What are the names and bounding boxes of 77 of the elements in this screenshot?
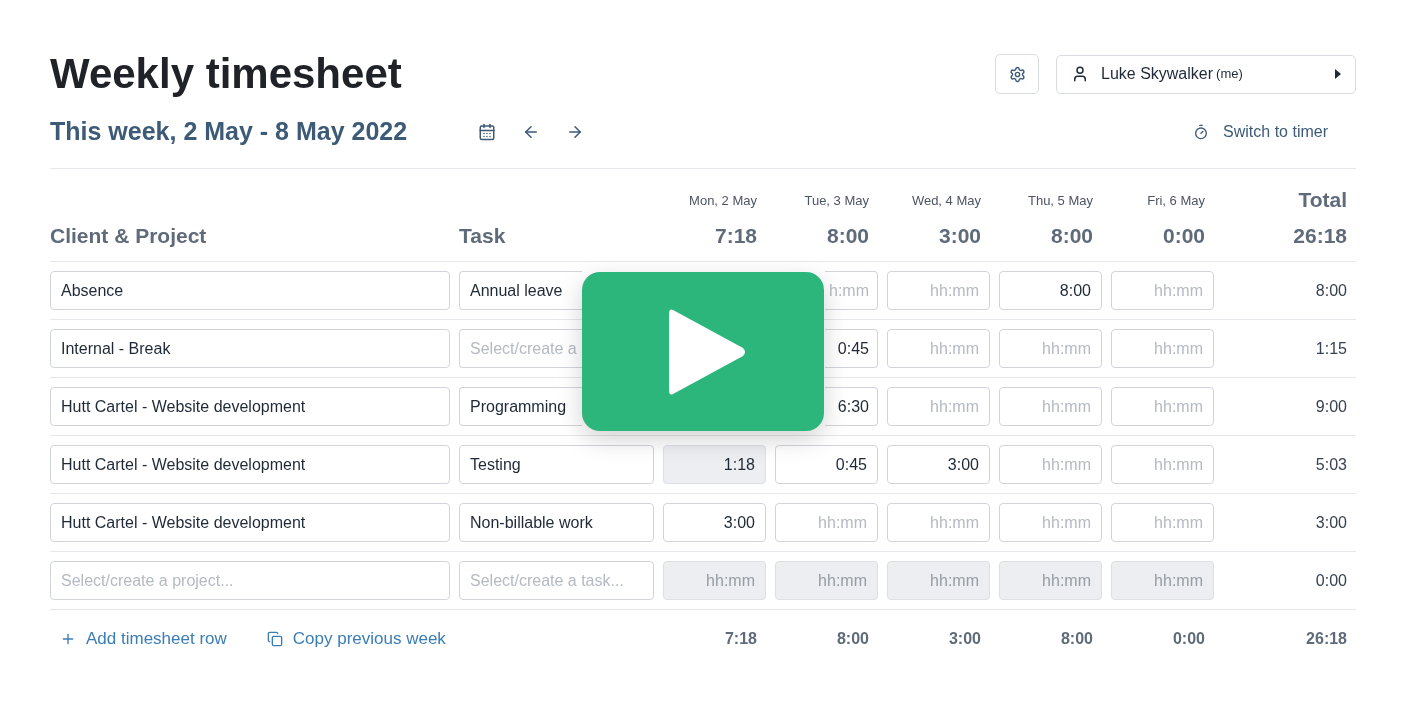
task-field[interactable]: Programming: [459, 387, 582, 426]
time-field[interactable]: hh:mm: [1111, 329, 1214, 368]
time-field[interactable]: 0:45: [825, 329, 878, 368]
row-total: 5:03: [1314, 454, 1348, 475]
copy-week-link[interactable]: Copy previous week: [266, 625, 446, 652]
project-field[interactable]: Hutt Cartel - Website development: [50, 445, 450, 484]
time-field[interactable]: hh:mm: [1111, 387, 1214, 426]
project-field[interactable]: Absence: [50, 271, 450, 310]
project-field[interactable]: Hutt Cartel - Website development: [50, 503, 450, 542]
time-field[interactable]: hh:mm: [887, 271, 990, 310]
task-field[interactable]: Select/create a: [459, 329, 582, 368]
caret-icon: [1335, 69, 1341, 79]
time-field[interactable]: hh:mm: [887, 387, 990, 426]
footer-total: 26:18: [1305, 628, 1348, 649]
day-label: Fri, 6 May: [1147, 192, 1205, 210]
time-field[interactable]: hh:mm: [887, 329, 990, 368]
row-total: 9:00: [1314, 396, 1348, 417]
time-field[interactable]: hh:mm: [999, 503, 1102, 542]
switch-to-timer-link[interactable]: Switch to timer: [1193, 120, 1328, 144]
row-total: 3:00: [1314, 512, 1348, 533]
time-field[interactable]: hh:mm: [999, 445, 1102, 484]
settings-button[interactable]: [995, 54, 1039, 94]
time-field[interactable]: hh:mm: [1111, 503, 1214, 542]
row-total: 1:15: [1314, 338, 1348, 359]
project-field[interactable]: Select/create a project...: [50, 561, 450, 600]
time-field[interactable]: hh:mm: [1111, 271, 1214, 310]
day-label: Wed, 4 May: [911, 192, 981, 210]
day-label: Thu, 5 May: [1027, 192, 1093, 210]
time-field[interactable]: 8:00: [999, 271, 1102, 310]
day-total: 8:00: [1050, 222, 1093, 249]
settings-icon: [1008, 65, 1026, 83]
calendar-icon: [478, 123, 496, 141]
day-total: 7:18: [714, 222, 757, 249]
user-icon: [1071, 65, 1089, 83]
footer-total: 3:00: [947, 628, 982, 649]
footer-total: 7:18: [723, 628, 758, 649]
stopwatch-icon: [1193, 124, 1210, 140]
row-total: 0:00: [1314, 570, 1348, 591]
time-field[interactable]: hh:mm: [1111, 445, 1214, 484]
day-total: 8:00: [826, 222, 869, 249]
total-label: Total: [1298, 187, 1347, 213]
row-total: 8:00: [1314, 280, 1348, 301]
time-field[interactable]: 6:30: [825, 387, 878, 426]
user-dropdown[interactable]: Luke Skywalker (me): [1056, 54, 1356, 94]
time-field[interactable]: 0:45: [775, 445, 878, 484]
footer-total: 8:00: [835, 628, 870, 649]
day-total: 0:00: [1162, 222, 1205, 249]
task-field[interactable]: Select/create a task...: [459, 561, 654, 600]
day-label: Tue, 3 May: [804, 192, 869, 210]
project-field[interactable]: Hutt Cartel - Website development: [50, 387, 450, 426]
day-total: 3:00: [938, 222, 981, 249]
column-header: Task: [459, 222, 507, 249]
copy-icon: [266, 630, 283, 647]
next-week-icon: [566, 123, 584, 141]
time-field[interactable]: hh:mm: [999, 387, 1102, 426]
project-field[interactable]: Internal - Break: [50, 329, 450, 368]
task-field[interactable]: Annual leave: [459, 271, 582, 310]
day-label: Mon, 2 May: [689, 192, 757, 210]
footer-total: 8:00: [1059, 628, 1094, 649]
user-name: Luke Skywalker: [1101, 64, 1214, 84]
add-row-link[interactable]: Add timesheet row: [60, 625, 227, 652]
task-field[interactable]: Testing: [459, 445, 654, 484]
time-field[interactable]: 3:00: [663, 503, 766, 542]
play-button[interactable]: [582, 272, 824, 431]
time-field[interactable]: hh:mm: [999, 329, 1102, 368]
footer-total: 0:00: [1171, 628, 1206, 649]
time-field[interactable]: hh:mm: [887, 503, 990, 542]
page-title: Weekly timesheet: [50, 49, 402, 99]
column-header: Client & Project: [50, 222, 208, 249]
task-field[interactable]: Non-billable work: [459, 503, 654, 542]
period-title: This week, 2 May - 8 May 2022: [50, 116, 409, 148]
time-field[interactable]: hh:mm: [775, 503, 878, 542]
time-field[interactable]: 3:00: [887, 445, 990, 484]
previous-week-icon: [522, 123, 540, 141]
user-note: (me): [1216, 65, 1243, 84]
grand-total: 26:18: [1293, 222, 1347, 249]
time-field[interactable]: h:mm: [825, 271, 878, 310]
